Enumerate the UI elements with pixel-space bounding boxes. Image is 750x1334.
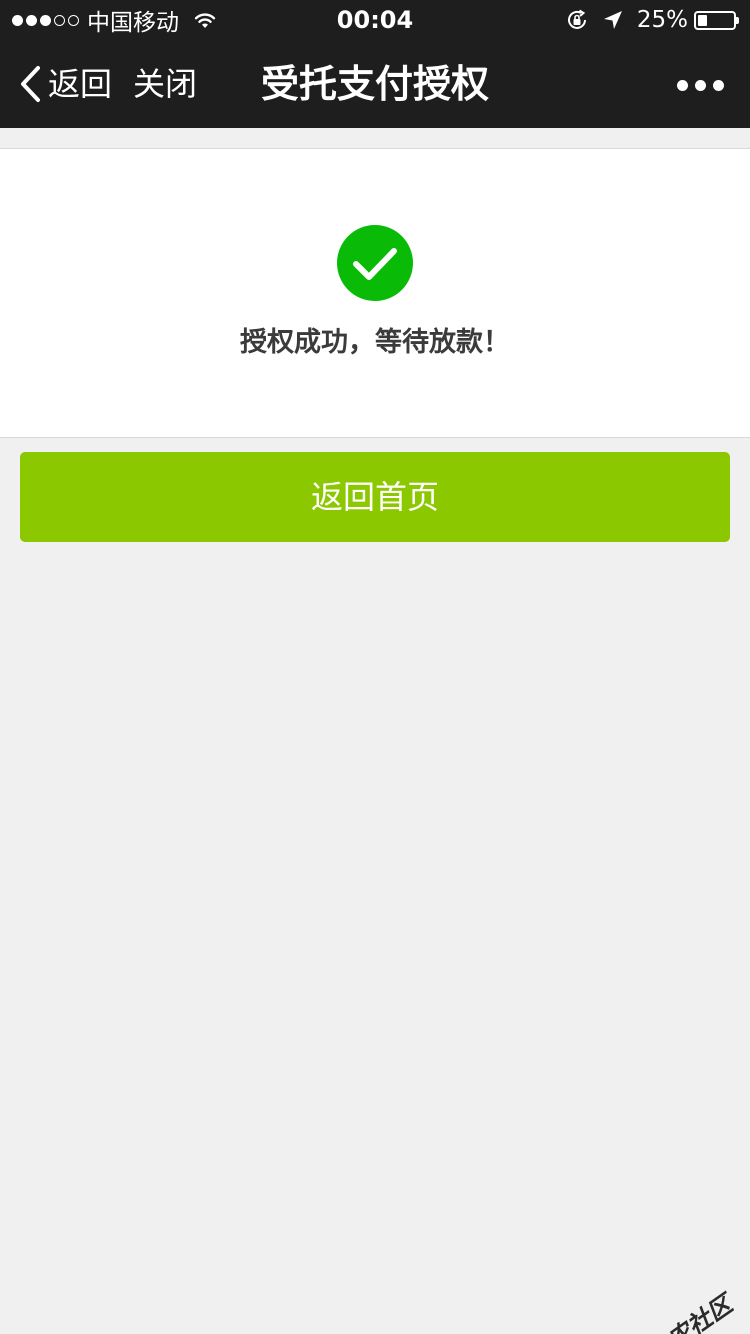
success-check-icon xyxy=(337,225,413,301)
more-dot xyxy=(713,80,724,91)
status-bar: 中国移动 00:04 25% xyxy=(0,0,750,40)
rotation-lock-icon xyxy=(567,9,586,29)
battery-icon xyxy=(694,10,739,30)
battery-percent: 25% xyxy=(636,7,688,33)
more-dot xyxy=(695,80,706,91)
page-title: 受托支付授权 xyxy=(260,62,489,106)
return-home-button[interactable]: 返回首页 xyxy=(20,452,730,542)
navigation-bar: 返回 关闭 受托支付授权 xyxy=(0,40,750,128)
battery-fill xyxy=(698,14,707,26)
result-card: 授权成功，等待放款！ xyxy=(0,148,750,438)
screen: 中国移动 00:04 25% 返回 关闭 受托支付授权 授权成功，等待放款！ 返… xyxy=(0,0,750,1334)
location-arrow-icon xyxy=(603,11,622,29)
result-message: 授权成功，等待放款！ xyxy=(240,327,510,358)
watermark-text: 卡农社区 xyxy=(642,1290,738,1334)
watermark: 卡农社区 xyxy=(615,1285,738,1334)
back-label: 返回 xyxy=(48,65,113,103)
more-dot xyxy=(677,80,688,91)
chevron-left-icon xyxy=(21,66,40,102)
more-dots-icon[interactable] xyxy=(677,76,724,95)
status-right: 25% xyxy=(565,5,739,35)
back-button[interactable]: 返回 xyxy=(18,62,112,106)
close-button[interactable]: 关闭 xyxy=(133,62,197,106)
